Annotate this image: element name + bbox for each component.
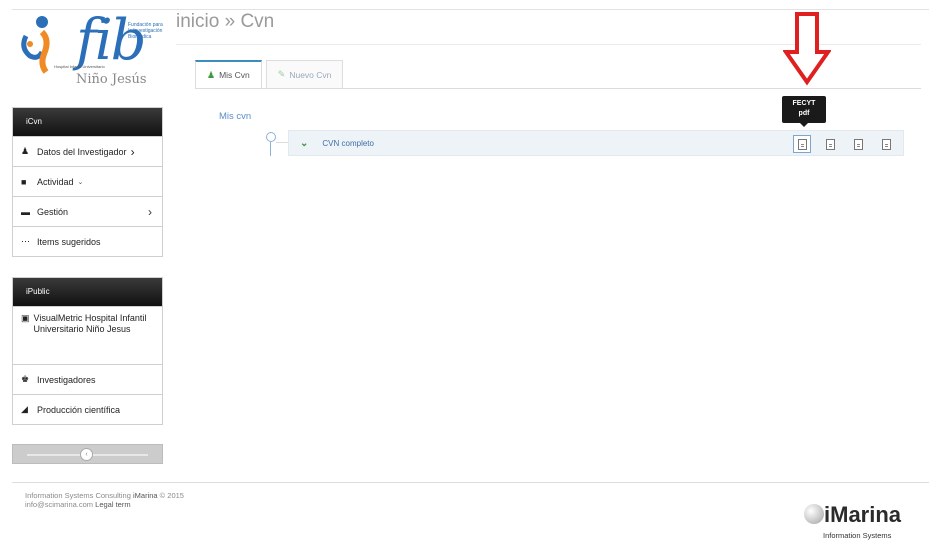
logo-foundation-text: Fundación para la Investigación Biomédic… — [128, 22, 163, 40]
tab-divider — [195, 88, 921, 89]
signal-icon: ◢ — [21, 404, 28, 414]
doc-export-button[interactable] — [849, 135, 867, 153]
document-icon — [881, 138, 891, 150]
document-icon — [853, 138, 863, 150]
logo-hospital-text: Hospital Infantil Universitario — [54, 64, 105, 69]
footer-legal-link[interactable]: Legal term — [95, 500, 130, 509]
pdf-document-icon — [825, 138, 835, 150]
tab-mis-cvn[interactable]: ♟ Mis Cvn — [195, 60, 262, 88]
fecyt-pdf-button[interactable] — [793, 135, 811, 153]
footer-credits: Information Systems Consulting iMarina ©… — [25, 491, 184, 509]
cvn-item-row[interactable]: ⌄ CVN completo — [288, 130, 904, 156]
breadcrumb-separator: » — [224, 11, 236, 32]
sidebar-item-investigadores[interactable]: ♚ Investigadores — [13, 364, 162, 394]
tree-connector — [276, 142, 288, 143]
tree-node-icon — [266, 132, 276, 142]
book-icon: ■ — [21, 176, 27, 187]
users-icon: ♚ — [21, 374, 30, 384]
sidebar-item-actividad[interactable]: ■ Actividad ⌄ — [13, 166, 162, 196]
section-title[interactable]: Mis cvn — [219, 111, 251, 122]
breadcrumb-current: Cvn — [240, 11, 275, 32]
tree-connector — [270, 142, 271, 156]
sidebar-item-label: Producción científica — [37, 404, 121, 415]
tooltip-subtitle: pdf — [798, 110, 810, 117]
chevron-down-icon[interactable]: ⌄ — [300, 138, 308, 149]
user-icon: ♟ — [21, 146, 30, 156]
pdf-export-button[interactable] — [821, 135, 839, 153]
sidebar-panel-icvn: iCvn ♟ Datos del Investigador › ■ Activi… — [12, 107, 163, 257]
tab-bar: ♟ Mis Cvn ✎ Nuevo Cvn — [195, 60, 344, 88]
sidebar-item-datos-investigador[interactable]: ♟ Datos del Investigador › — [13, 136, 162, 166]
chevron-right-icon: › — [130, 144, 135, 159]
imarina-globe-icon — [804, 504, 824, 524]
cvn-item-label[interactable]: CVN completo — [322, 139, 374, 148]
user-icon: ♟ — [207, 69, 216, 80]
briefcase-icon: ▬ — [21, 206, 30, 217]
sidebar-item-label: Datos del Investigador — [37, 146, 127, 157]
tab-nuevo-cvn[interactable]: ✎ Nuevo Cvn — [265, 60, 344, 88]
dots-icon: ⋯ — [21, 236, 30, 246]
sidebar-panel-ipublic: iPublic ▣ VisualMetric Hospital Infantil… — [12, 277, 163, 425]
footer-divider — [12, 482, 929, 483]
sidebar-item-visualmetric[interactable]: ▣ VisualMetric Hospital Infantil Univers… — [13, 306, 162, 364]
panel-title: iCvn — [13, 108, 162, 136]
sidebar-toggle-slider[interactable]: ‹ — [12, 444, 163, 464]
red-arrow-annotation-icon — [783, 12, 831, 86]
tooltip-arrow — [800, 123, 808, 127]
footer-email-link[interactable]: info@scimarina.com — [25, 500, 93, 509]
footer-company: Information Systems Consulting — [25, 491, 131, 500]
sidebar-item-gestion[interactable]: ▬ Gestión › — [13, 196, 162, 226]
sidebar-item-items-sugeridos[interactable]: ⋯ Items sugeridos — [13, 226, 162, 256]
chevron-right-icon: › — [148, 204, 152, 219]
tooltip: FECYT pdf — [782, 96, 826, 123]
imarina-brand-sub: Information Systems — [823, 531, 892, 540]
rtf-export-button[interactable] — [877, 135, 895, 153]
tab-label: Mis Cvn — [219, 70, 250, 80]
sidebar-item-label: Gestión — [37, 206, 69, 217]
sidebar-item-label: Items sugeridos — [37, 236, 101, 247]
picture-icon: ▣ — [21, 313, 30, 323]
hospital-logo[interactable]: fib Fundación para la Investigación Biom… — [16, 8, 166, 90]
breadcrumb: inicio » Cvn — [176, 11, 274, 33]
footer-brand-link[interactable]: iMarina — [133, 491, 158, 500]
slider-knob-icon[interactable]: ‹ — [80, 448, 93, 461]
imarina-brand-name: iMarina — [824, 502, 902, 527]
breadcrumb-home-link[interactable]: inicio — [176, 11, 219, 32]
sidebar-item-label: VisualMetric Hospital Infantil Universit… — [33, 313, 147, 334]
edit-icon: ✎ — [277, 69, 286, 79]
sidebar-item-produccion-cientifica[interactable]: ◢ Producción científica — [13, 394, 162, 424]
sidebar-item-label: Investigadores — [37, 374, 96, 385]
top-border — [12, 9, 929, 10]
tooltip-title: FECYT — [792, 100, 816, 107]
sidebar-item-label: Actividad — [37, 176, 74, 187]
panel-title: iPublic — [13, 278, 162, 306]
chevron-down-icon: ⌄ — [77, 178, 84, 186]
footer-year: © 2015 — [159, 491, 184, 500]
logo-name: Niño Jesús — [76, 72, 147, 87]
tab-label: Nuevo Cvn — [289, 69, 332, 80]
pdf-document-icon — [797, 138, 807, 150]
document-actions — [793, 135, 895, 153]
imarina-logo[interactable]: iMarina Information Systems — [804, 500, 924, 540]
